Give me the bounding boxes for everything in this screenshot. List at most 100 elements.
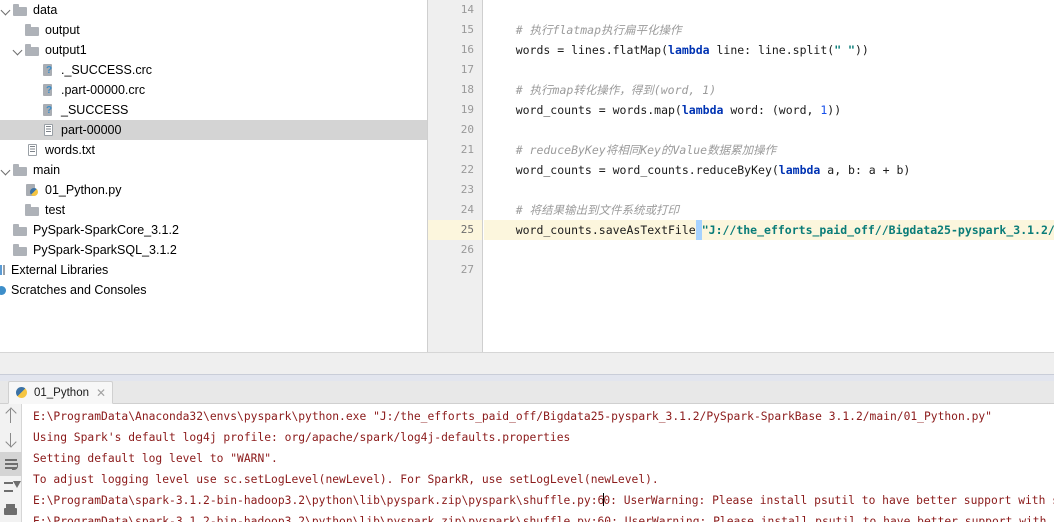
scroll-to-end-icon[interactable] bbox=[0, 476, 22, 500]
code-token-keyword: lambda bbox=[681, 103, 724, 117]
chevron-down-icon[interactable] bbox=[0, 160, 13, 180]
chevron-down-icon[interactable] bbox=[0, 0, 13, 20]
line-number: 24 bbox=[460, 203, 474, 216]
tree-item-pyspark-sparksql-3-1-2[interactable]: PySpark-SparkSQL_3.1.2 bbox=[0, 240, 428, 260]
console-line: Setting default log level to "WARN". bbox=[33, 452, 278, 465]
code-content[interactable]: # 执行flatmap执行扁平化操作 words = lines.flatMap… bbox=[484, 0, 1054, 352]
tree-item-01-python-py[interactable]: 01_Python.py bbox=[0, 180, 428, 200]
code-line[interactable] bbox=[484, 120, 1054, 140]
console-line: To adjust logging level use sc.setLogLev… bbox=[33, 473, 659, 486]
line-number: 25 bbox=[428, 220, 482, 240]
twisty-placeholder bbox=[0, 240, 13, 260]
code-line[interactable] bbox=[484, 0, 1054, 20]
code-line[interactable]: word_counts = words.map(lambda word: (wo… bbox=[484, 100, 1054, 120]
tree-item-words-txt[interactable]: words.txt bbox=[0, 140, 428, 160]
twisty-placeholder bbox=[28, 80, 41, 100]
run-tab-01-python[interactable]: 01_Python ✕ bbox=[8, 381, 114, 404]
line-number: 15 bbox=[460, 23, 474, 36]
code-line[interactable]: # 执行map转化操作，得到(word, 1) bbox=[484, 80, 1054, 100]
console-toolbar[interactable] bbox=[0, 404, 22, 522]
tree-item-external-libraries[interactable]: External Libraries bbox=[0, 260, 428, 280]
twisty-placeholder bbox=[12, 20, 25, 40]
scratches-icon bbox=[0, 282, 8, 298]
tree-item-main[interactable]: main bbox=[0, 160, 428, 180]
tree-item-pyspark-sparkcore-3-1-2[interactable]: PySpark-SparkCore_3.1.2 bbox=[0, 220, 428, 240]
editor-gutter[interactable]: 14 15 16 17 18 19 20 21 22 23 24 25 26 27 bbox=[428, 0, 483, 352]
console-output[interactable]: E:\ProgramData\Anaconda32\envs\pyspark\p… bbox=[23, 404, 1054, 522]
code-line[interactable]: # 将结果输出到文件系统或打印 bbox=[484, 200, 1054, 220]
twisty-placeholder bbox=[12, 140, 25, 160]
code-token-plain: )) bbox=[827, 103, 842, 117]
code-line[interactable] bbox=[484, 260, 1054, 280]
code-line[interactable] bbox=[484, 60, 1054, 80]
folder-icon bbox=[25, 42, 41, 58]
folder-icon bbox=[25, 202, 41, 218]
tree-item-label: data bbox=[33, 3, 58, 17]
tree-item-label: test bbox=[45, 203, 66, 217]
twisty-placeholder bbox=[28, 120, 41, 140]
code-line[interactable]: words = lines.flatMap(lambda line: line.… bbox=[484, 40, 1054, 60]
tree-item-label: main bbox=[33, 163, 61, 177]
code-token-keyword: lambda bbox=[668, 43, 710, 57]
line-number: 23 bbox=[460, 183, 474, 196]
twisty-placeholder bbox=[28, 100, 41, 120]
chevron-down-icon[interactable] bbox=[12, 40, 25, 60]
tree-item-part-00000-crc[interactable]: .part-00000.crc bbox=[0, 80, 428, 100]
tree-item-test[interactable]: test bbox=[0, 200, 428, 220]
tree-item-label: ._SUCCESS.crc bbox=[61, 63, 152, 77]
tree-item-output1[interactable]: output1 bbox=[0, 40, 428, 60]
code-token-string: " " bbox=[834, 43, 855, 57]
editor-pane[interactable]: 14 15 16 17 18 19 20 21 22 23 24 25 26 27 # 执行flatmap… bbox=[428, 0, 1054, 352]
tree-item-label: External Libraries bbox=[11, 263, 109, 277]
tree-item-label: output1 bbox=[45, 43, 87, 57]
horizontal-splitter[interactable] bbox=[0, 374, 1054, 381]
console-line: E:\ProgramData\spark-3.1.2-bin-hadoop3.2… bbox=[33, 515, 1054, 522]
code-line[interactable] bbox=[484, 180, 1054, 200]
twisty-placeholder bbox=[0, 220, 13, 240]
code-token-string: "J://the_efforts_paid_off//Bigdata25-pys… bbox=[701, 223, 1054, 237]
code-line[interactable]: # 执行flatmap执行扁平化操作 bbox=[484, 20, 1054, 40]
soft-wrap-icon[interactable] bbox=[0, 452, 22, 476]
tree-item-scratches-and-consoles[interactable]: Scratches and Consoles bbox=[0, 280, 428, 300]
tree-item-label: Scratches and Consoles bbox=[11, 283, 147, 297]
python-icon bbox=[16, 386, 29, 399]
tree-item-success-crc[interactable]: ._SUCCESS.crc bbox=[0, 60, 428, 80]
line-number: 19 bbox=[460, 103, 474, 116]
code-token-plain: line: line.split( bbox=[709, 43, 835, 57]
line-number: 18 bbox=[460, 83, 474, 96]
twisty-placeholder bbox=[28, 60, 41, 80]
folder-icon bbox=[13, 162, 29, 178]
up-arrow-icon[interactable] bbox=[0, 404, 22, 428]
python-file-icon bbox=[25, 182, 41, 198]
tree-item-part-00000[interactable]: part-00000 bbox=[0, 120, 428, 140]
code-line[interactable]: # reduceByKey将相同Key的Value数据累加操作 bbox=[484, 140, 1054, 160]
code-token-plain: words = lines.flatMap( bbox=[488, 43, 669, 57]
code-line[interactable] bbox=[484, 240, 1054, 260]
code-line[interactable]: word_counts = word_counts.reduceByKey(la… bbox=[484, 160, 1054, 180]
code-token-comment: # 执行flatmap执行扁平化操作 bbox=[488, 23, 682, 37]
editor-bottom-strip bbox=[0, 352, 1054, 374]
run-tab-label: 01_Python bbox=[34, 386, 89, 399]
tree-item-data[interactable]: data bbox=[0, 0, 428, 20]
line-number: 27 bbox=[460, 263, 474, 276]
code-token-plain: word_counts = word_counts.reduceByKey( bbox=[488, 163, 779, 177]
twisty-placeholder bbox=[12, 200, 25, 220]
code-line[interactable]: word_counts.saveAsTextFile("J://the_effo… bbox=[484, 220, 1054, 240]
tree-item-success[interactable]: _SUCCESS bbox=[0, 100, 428, 120]
down-arrow-icon[interactable] bbox=[0, 428, 22, 452]
line-number: 14 bbox=[460, 3, 474, 16]
tree-item-label: PySpark-SparkCore_3.1.2 bbox=[33, 223, 179, 237]
tree-item-output[interactable]: output bbox=[0, 20, 428, 40]
project-tool-window[interactable]: data output output1 ._SUCCESS.crc .part-0000… bbox=[0, 0, 428, 375]
tree-item-label: words.txt bbox=[45, 143, 96, 157]
print-icon[interactable] bbox=[0, 500, 22, 522]
close-icon[interactable]: ✕ bbox=[96, 387, 106, 399]
folder-icon bbox=[13, 2, 29, 18]
code-token-plain: )) bbox=[854, 43, 869, 57]
